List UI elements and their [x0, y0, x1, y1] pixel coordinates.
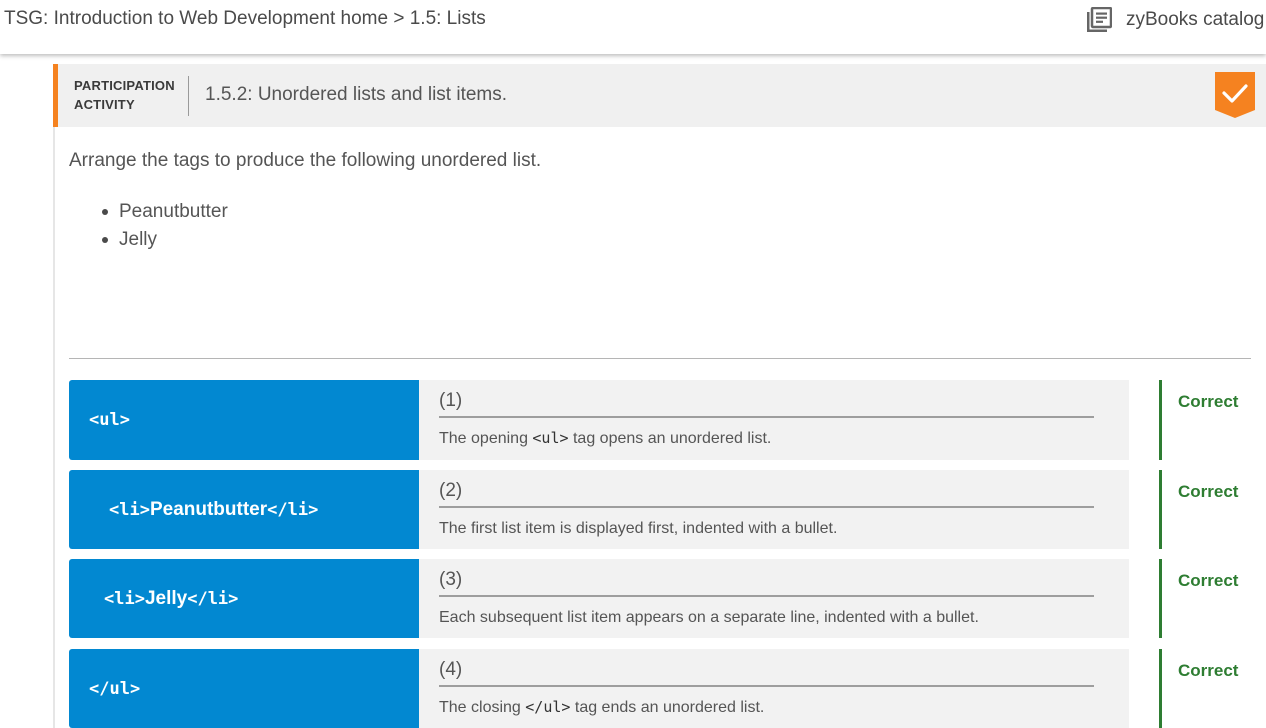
slot-underline: [439, 416, 1094, 418]
tile-code-close: </li>: [267, 499, 319, 520]
answer-row: <li> Jelly </li> (3) Each subsequent list …: [69, 559, 1238, 638]
activity-header: PARTICIPATION ACTIVITY 1.5.2: Unordered …: [53, 64, 1266, 127]
drop-slot[interactable]: (4) The closing </ul> tag ends an unorde…: [419, 649, 1129, 728]
slot-number: (3): [439, 569, 463, 590]
library-books-icon: [1086, 6, 1113, 33]
activity-title: 1.5.2: Unordered lists and list items.: [205, 84, 508, 105]
slot-underline: [439, 506, 1094, 508]
desc-text: Each subsequent list item appears on a s…: [439, 609, 979, 626]
desc-code: </ul>: [525, 698, 571, 716]
activity-type-line-1: PARTICIPATION: [74, 78, 175, 93]
example-list: Peanutbutter Jelly: [102, 198, 228, 254]
header-divider: [188, 76, 189, 116]
tile-code-open: <ul>: [89, 410, 130, 430]
draggable-tag-tile[interactable]: </ul>: [69, 649, 419, 728]
answer-row: </ul> (4) The closing </ul> tag ends an …: [69, 649, 1238, 728]
top-bar: TSG: Introduction to Web Development hom…: [0, 0, 1266, 54]
status-correct: Correct: [1159, 649, 1238, 728]
breadcrumb[interactable]: TSG: Introduction to Web Development hom…: [4, 8, 486, 30]
status-correct: Correct: [1159, 470, 1238, 549]
desc-text: tag ends an unordered list.: [570, 699, 765, 716]
draggable-tag-tile[interactable]: <ul>: [69, 380, 419, 460]
slot-number: (4): [439, 659, 463, 680]
example-list-item: Peanutbutter: [102, 198, 228, 226]
tile-text: Jelly: [144, 587, 188, 609]
activity-type-line-2: ACTIVITY: [74, 97, 135, 112]
desc-text: The first list item is displayed first, …: [439, 520, 838, 537]
slot-description: The first list item is displayed first, …: [439, 519, 837, 538]
drop-slot[interactable]: (3) Each subsequent list item appears on…: [419, 559, 1129, 638]
slot-underline: [439, 595, 1094, 597]
catalog-link[interactable]: zyBooks catalog: [1086, 6, 1265, 33]
example-list-item: Jelly: [102, 226, 228, 254]
desc-text: tag opens an unordered list.: [568, 430, 772, 447]
draggable-tag-tile[interactable]: <li> Peanutbutter </li>: [69, 470, 419, 549]
status-correct: Correct: [1159, 380, 1238, 460]
slot-number: (1): [439, 390, 463, 411]
answer-row: <li> Peanutbutter </li> (2) The first list…: [69, 470, 1238, 549]
instructions: Arrange the tags to produce the followin…: [69, 150, 542, 171]
tile-code-open: <li>: [104, 588, 145, 609]
catalog-label: zyBooks catalog: [1126, 9, 1265, 30]
desc-text: The closing: [439, 699, 526, 716]
desc-code: <ul>: [532, 429, 569, 447]
slot-description: The opening <ul> tag opens an unordered …: [439, 429, 771, 448]
status-correct: Correct: [1159, 559, 1238, 638]
tile-code-open: </ul>: [89, 678, 141, 699]
slot-underline: [439, 685, 1094, 687]
drop-slot[interactable]: (1) The opening <ul> tag opens an unorde…: [419, 380, 1129, 460]
tile-text: Peanutbutter: [149, 498, 268, 520]
content-left-rail: [53, 127, 55, 728]
check-icon: [1215, 72, 1255, 118]
slot-number: (2): [439, 480, 463, 501]
slot-description: Each subsequent list item appears on a s…: [439, 608, 979, 627]
drop-slot[interactable]: (2) The first list item is displayed fir…: [419, 470, 1129, 549]
answer-row: <ul> (1) The opening <ul> tag opens an u…: [69, 380, 1238, 460]
slot-description: The closing </ul> tag ends an unordered …: [439, 698, 764, 717]
desc-text: The opening: [439, 430, 533, 447]
tile-code-close: </li>: [187, 588, 239, 609]
separator: [69, 358, 1251, 359]
activity-type-label: PARTICIPATION ACTIVITY: [74, 76, 175, 114]
completion-badge: [1215, 72, 1255, 118]
draggable-tag-tile[interactable]: <li> Jelly </li>: [69, 559, 419, 638]
tile-code-open: <li>: [109, 499, 150, 520]
